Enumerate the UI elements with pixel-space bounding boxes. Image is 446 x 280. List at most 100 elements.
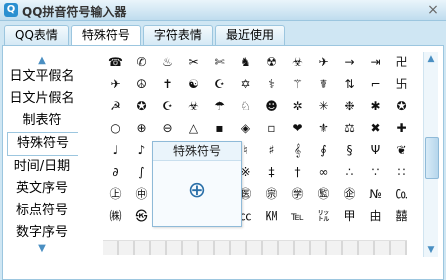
close-button[interactable]: × — [425, 2, 441, 18]
symbol-cell[interactable]: ✚ — [389, 118, 407, 139]
symbol-cell[interactable]: § — [337, 140, 362, 161]
symbol-cell[interactable]: ☤ — [311, 74, 336, 95]
symbol-cell[interactable]: ⚜ — [311, 118, 336, 139]
sidebar-item-number-ordinals[interactable]: 数字序号 — [7, 222, 77, 244]
symbol-cell[interactable]: ☻ — [259, 96, 284, 117]
symbol-cell[interactable]: ✡ — [233, 74, 258, 95]
symbol-cell[interactable]: ☪ — [207, 74, 232, 95]
symbol-cell[interactable]: 甲 — [337, 206, 362, 227]
symbol-cell[interactable]: ㊬ — [311, 184, 336, 205]
symbol-cell[interactable]: ✈ — [103, 74, 128, 95]
symbol-cell[interactable]: ☎ — [103, 52, 128, 73]
sidebar-item-punctuation[interactable]: 标点符号 — [7, 200, 77, 222]
symbol-cell[interactable]: ♞ — [233, 52, 258, 73]
symbol-cell[interactable]: ☣ — [181, 96, 206, 117]
symbol-cell[interactable]: ㈱ — [103, 206, 128, 227]
symbol-cell[interactable]: ☯ — [181, 74, 206, 95]
symbol-cell[interactable]: 囍 — [389, 206, 407, 227]
tab-character-emoticons[interactable]: 字符表情 — [142, 25, 213, 45]
symbol-cell[interactable]: № — [363, 184, 388, 205]
symbol-cell[interactable]: ◈ — [233, 118, 258, 139]
symbol-cell[interactable]: ㉿ — [129, 206, 154, 227]
sidebar-item-box-drawing[interactable]: 制表符 — [7, 110, 77, 132]
sidebar-scroll-up-icon[interactable]: ▲ — [7, 56, 77, 66]
symbol-cell[interactable]: → — [337, 52, 362, 73]
scrollbar-thumb[interactable] — [425, 137, 439, 179]
symbol-cell[interactable]: ☭ — [103, 96, 128, 117]
symbol-cell[interactable]: ✖ — [363, 118, 388, 139]
scroll-up-icon[interactable]: ▲ — [424, 52, 438, 66]
symbol-cell[interactable]: ❉ — [337, 96, 362, 117]
symbol-cell[interactable]: ❤ — [285, 118, 310, 139]
tooltip-symbol-preview: ⊕ — [187, 178, 207, 203]
sidebar-item-special-symbols[interactable]: 特殊符号 — [7, 132, 78, 156]
symbol-cell[interactable]: ✳ — [311, 96, 336, 117]
symbol-cell[interactable]: ㊪ — [259, 184, 284, 205]
symbol-cell[interactable]: ✈ — [311, 52, 336, 73]
symbol-cell[interactable]: ✪ — [389, 96, 407, 117]
sidebar-scroll-down-icon[interactable]: ▼ — [7, 244, 77, 254]
symbol-cell[interactable]: ⌐ — [363, 74, 388, 95]
symbol-cell[interactable]: ⊖ — [155, 118, 180, 139]
symbol-cell[interactable]: ∴ — [337, 162, 362, 183]
symbol-cell[interactable]: † — [285, 162, 310, 183]
symbol-cell[interactable]: ✪ — [129, 96, 154, 117]
symbol-cell[interactable]: ㊫ — [285, 184, 310, 205]
symbol-cell[interactable]: ▪ — [207, 118, 232, 139]
scroll-down-icon[interactable]: ▼ — [424, 243, 438, 257]
sidebar-item-hiragana[interactable]: 日文平假名 — [7, 66, 77, 88]
symbol-cell[interactable]: ☮ — [129, 74, 154, 95]
symbol-cell[interactable]: Ψ — [363, 140, 388, 161]
symbol-cell[interactable]: ✆ — [129, 52, 154, 73]
symbol-cell[interactable]: ▫ — [259, 118, 284, 139]
symbol-cell[interactable]: ✝ — [155, 74, 180, 95]
symbol-cell[interactable]: ⊕ — [129, 118, 154, 139]
tab-qq-emoji[interactable]: QQ表情 — [4, 25, 69, 45]
symbol-cell[interactable]: ㏎ — [259, 206, 284, 227]
sidebar-item-english-ordinals[interactable]: 英文序号 — [7, 178, 77, 200]
symbol-cell[interactable]: ㏇ — [389, 184, 407, 205]
symbol-cell[interactable]: ⇅ — [337, 74, 362, 95]
symbol-cell[interactable]: ㊤ — [103, 184, 128, 205]
symbol-cell[interactable]: ✂ — [181, 52, 206, 73]
symbol-cell[interactable]: ♯ — [259, 140, 284, 161]
vertical-scrollbar[interactable]: ▲ ▼ — [423, 52, 439, 257]
symbol-cell[interactable]: 卍 — [389, 52, 407, 73]
symbol-cell[interactable]: ∫ — [129, 162, 154, 183]
symbol-cell[interactable]: ⚚ — [285, 74, 310, 95]
symbol-cell[interactable]: ㊭ — [337, 184, 362, 205]
symbol-cell[interactable]: ∂ — [103, 162, 128, 183]
symbol-cell[interactable]: ‡ — [259, 162, 284, 183]
symbol-cell[interactable]: ♪ — [129, 140, 154, 161]
symbol-cell[interactable]: ⚕ — [259, 74, 284, 95]
symbol-cell[interactable]: ☂ — [207, 96, 232, 117]
symbol-cell[interactable]: ✄ — [207, 52, 232, 73]
symbol-cell[interactable]: ☢ — [259, 52, 284, 73]
symbol-cell[interactable]: ♨ — [155, 52, 180, 73]
tab-recent[interactable]: 最近使用 — [214, 25, 285, 45]
symbol-cell[interactable]: ∷ — [389, 162, 407, 183]
symbol-cell[interactable]: ㍑ — [311, 206, 336, 227]
symbol-cell[interactable]: ℡ — [285, 206, 310, 227]
symbol-cell[interactable]: ⚖ — [337, 118, 362, 139]
symbol-cell[interactable]: 由 — [363, 206, 388, 227]
symbol-cell[interactable]: ♩ — [103, 140, 128, 161]
symbol-cell[interactable]: ☪ — [155, 96, 180, 117]
symbol-cell[interactable]: ∮ — [311, 140, 336, 161]
symbol-cell[interactable]: ☣ — [285, 52, 310, 73]
tab-special-symbols[interactable]: 特殊符号 — [70, 25, 141, 46]
symbol-cell[interactable]: 𝄞 — [285, 140, 310, 161]
symbol-cell[interactable]: 卐 — [389, 74, 407, 95]
symbol-cell[interactable]: ❦ — [389, 140, 407, 161]
sidebar-item-time-date[interactable]: 时间/日期 — [7, 156, 77, 178]
sidebar-item-katakana[interactable]: 日文片假名 — [7, 88, 77, 110]
symbol-cell[interactable]: ∵ — [363, 162, 388, 183]
symbol-cell[interactable]: △ — [181, 118, 206, 139]
symbol-cell[interactable]: ✲ — [285, 96, 310, 117]
symbol-cell[interactable]: ○ — [103, 118, 128, 139]
symbol-cell[interactable]: ㊥ — [129, 184, 154, 205]
symbol-cell[interactable]: ♘ — [233, 96, 258, 117]
symbol-cell[interactable]: ✱ — [363, 96, 388, 117]
symbol-cell[interactable]: ∞ — [311, 162, 336, 183]
symbol-cell[interactable]: ⇥ — [363, 52, 388, 73]
